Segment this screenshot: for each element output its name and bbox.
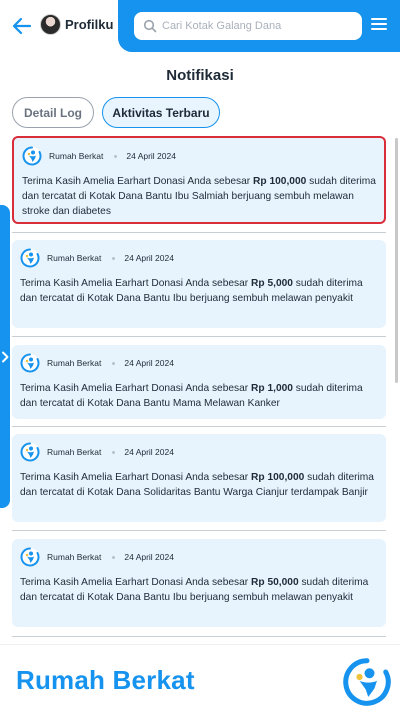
notification-message: Terima Kasih Amelia Earhart Donasi Anda … <box>20 577 369 603</box>
rumah-berkat-logo-icon <box>20 353 40 373</box>
notification-date: 24 April 2024 <box>124 253 174 263</box>
notification-source: Rumah Berkat <box>49 151 104 161</box>
notification-date: 24 April 2024 <box>126 151 176 161</box>
tab-aktivitas-terbaru[interactable]: Aktivitas Terbaru <box>102 97 220 128</box>
notification-card[interactable]: Rumah Berkat 24 April 2024 Terima Kasih … <box>12 434 386 522</box>
scrollbar[interactable] <box>395 138 398 383</box>
app-header: Profilku <box>0 0 400 52</box>
notification-card[interactable]: Rumah Berkat 24 April 2024 Terima Kasih … <box>12 136 386 224</box>
page-title: Notifikasi <box>166 67 234 84</box>
notification-list: Rumah Berkat 24 April 2024 Terima Kasih … <box>0 134 400 644</box>
rumah-berkat-logo-icon <box>20 547 40 567</box>
donation-amount: Rp 100,000 <box>253 176 307 187</box>
divider <box>12 232 386 233</box>
divider <box>12 336 386 337</box>
notification-message: Terima Kasih Amelia Earhart Donasi Anda … <box>20 383 363 409</box>
separator-dot <box>112 361 116 365</box>
notification-source: Rumah Berkat <box>47 552 102 562</box>
divider <box>12 530 386 531</box>
separator-dot <box>112 256 116 260</box>
chevron-right-icon <box>2 351 9 363</box>
separator-dot <box>112 450 116 454</box>
divider <box>12 636 386 637</box>
notification-card[interactable]: Rumah Berkat 24 April 2024 Terima Kasih … <box>12 539 386 627</box>
rumah-berkat-logo-icon <box>20 248 40 268</box>
notification-card[interactable]: Rumah Berkat 24 April 2024 Terima Kasih … <box>12 240 386 328</box>
profile-link[interactable]: Profilku <box>65 17 113 32</box>
notification-message: Terima Kasih Amelia Earhart Donasi Anda … <box>22 176 376 217</box>
search-icon <box>143 19 157 33</box>
notification-date: 24 April 2024 <box>124 358 174 368</box>
tab-detail-log[interactable]: Detail Log <box>12 97 94 128</box>
hamburger-menu-icon[interactable] <box>371 18 387 32</box>
side-drawer-tab[interactable] <box>0 205 10 508</box>
donation-amount: Rp 100,000 <box>251 472 305 483</box>
avatar[interactable] <box>40 14 61 35</box>
notification-card[interactable]: Rumah Berkat 24 April 2024 Terima Kasih … <box>12 345 386 419</box>
notification-source: Rumah Berkat <box>47 447 102 457</box>
rumah-berkat-logo-icon <box>20 442 40 462</box>
rumah-berkat-logo-icon[interactable] <box>342 657 392 707</box>
donation-amount: Rp 5,000 <box>251 278 293 289</box>
notification-message: Terima Kasih Amelia Earhart Donasi Anda … <box>20 278 363 304</box>
donation-amount: Rp 50,000 <box>251 577 299 588</box>
divider <box>12 426 386 427</box>
notification-message: Terima Kasih Amelia Earhart Donasi Anda … <box>20 472 374 498</box>
notification-date: 24 April 2024 <box>124 447 174 457</box>
back-arrow-icon[interactable] <box>10 14 34 38</box>
notification-source: Rumah Berkat <box>47 358 102 368</box>
separator-dot <box>112 555 116 559</box>
rumah-berkat-logo-icon <box>22 146 42 166</box>
search-bar[interactable] <box>134 12 362 40</box>
notification-source: Rumah Berkat <box>47 253 102 263</box>
donation-amount: Rp 1,000 <box>251 383 293 394</box>
brand-wordmark: Rumah Berkat <box>16 665 195 695</box>
separator-dot <box>114 154 118 158</box>
footer: Rumah Berkat <box>0 644 400 713</box>
notification-date: 24 April 2024 <box>124 552 174 562</box>
search-input[interactable] <box>162 12 358 40</box>
